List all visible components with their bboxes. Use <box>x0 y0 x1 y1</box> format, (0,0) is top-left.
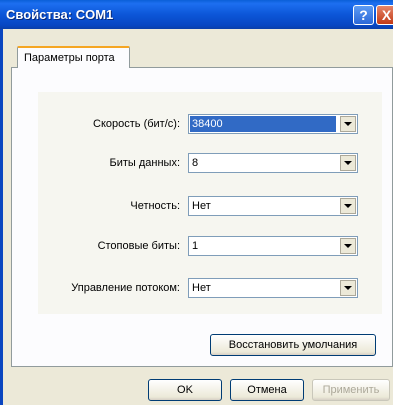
parity-label: Четность: <box>130 200 180 212</box>
flow-control-label: Управление потоком: <box>71 282 180 294</box>
flow-control-select[interactable]: Нет <box>188 278 358 298</box>
chevron-down-icon[interactable] <box>340 155 356 171</box>
parity-select[interactable]: Нет <box>188 196 358 216</box>
help-button[interactable]: ? <box>353 5 374 25</box>
stop-bits-value: 1 <box>192 240 199 252</box>
flow-control-value: Нет <box>192 282 211 294</box>
stop-bits-select[interactable]: 1 <box>188 236 358 256</box>
parity-value: Нет <box>192 200 211 212</box>
apply-button[interactable]: Применить <box>312 379 390 401</box>
chevron-down-icon[interactable] <box>340 238 356 254</box>
chevron-down-icon[interactable] <box>340 116 356 132</box>
data-bits-value: 8 <box>192 157 199 169</box>
close-icon: X <box>381 7 392 23</box>
window-title: Свойства: COM1 <box>6 7 114 22</box>
stop-bits-label: Стоповые биты: <box>97 240 180 252</box>
data-bits-select[interactable]: 8 <box>188 153 358 173</box>
restore-defaults-button[interactable]: Восстановить умолчания <box>210 334 376 356</box>
baud-rate-value: 38400 <box>190 116 336 132</box>
chevron-down-icon[interactable] <box>340 280 356 296</box>
baud-rate-label: Скорость (бит/с): <box>93 118 180 130</box>
tab-label: Параметры порта <box>24 52 115 64</box>
title-bar[interactable]: Свойства: COM1 ? X <box>0 0 393 29</box>
ok-button[interactable]: OK <box>148 379 222 401</box>
data-bits-label: Биты данных: <box>109 157 180 169</box>
baud-rate-select[interactable]: 38400 <box>188 114 358 134</box>
close-button[interactable]: X <box>376 5 393 25</box>
tab-port-settings[interactable]: Параметры порта <box>17 46 130 68</box>
chevron-down-icon[interactable] <box>340 198 356 214</box>
help-icon: ? <box>359 7 368 23</box>
window-border <box>0 29 3 405</box>
cancel-button[interactable]: Отмена <box>230 379 304 401</box>
